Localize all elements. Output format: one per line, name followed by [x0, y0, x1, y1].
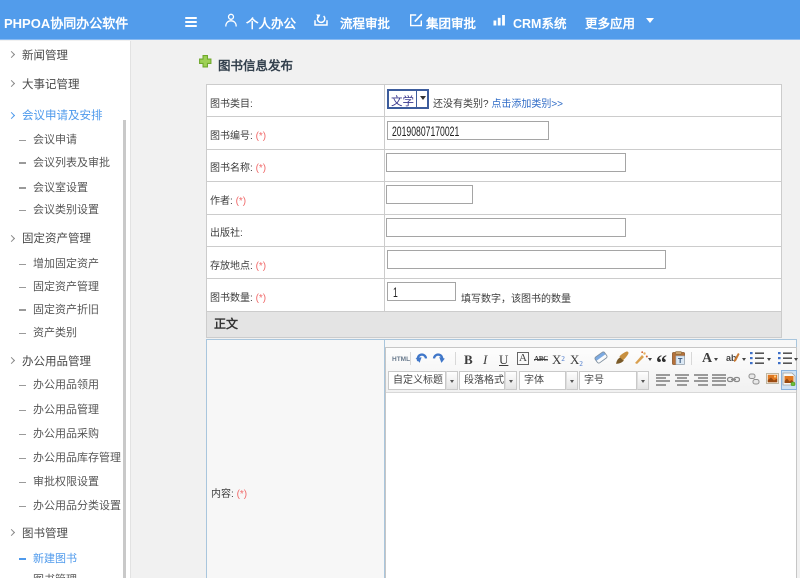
svg-text:T: T	[678, 356, 683, 365]
